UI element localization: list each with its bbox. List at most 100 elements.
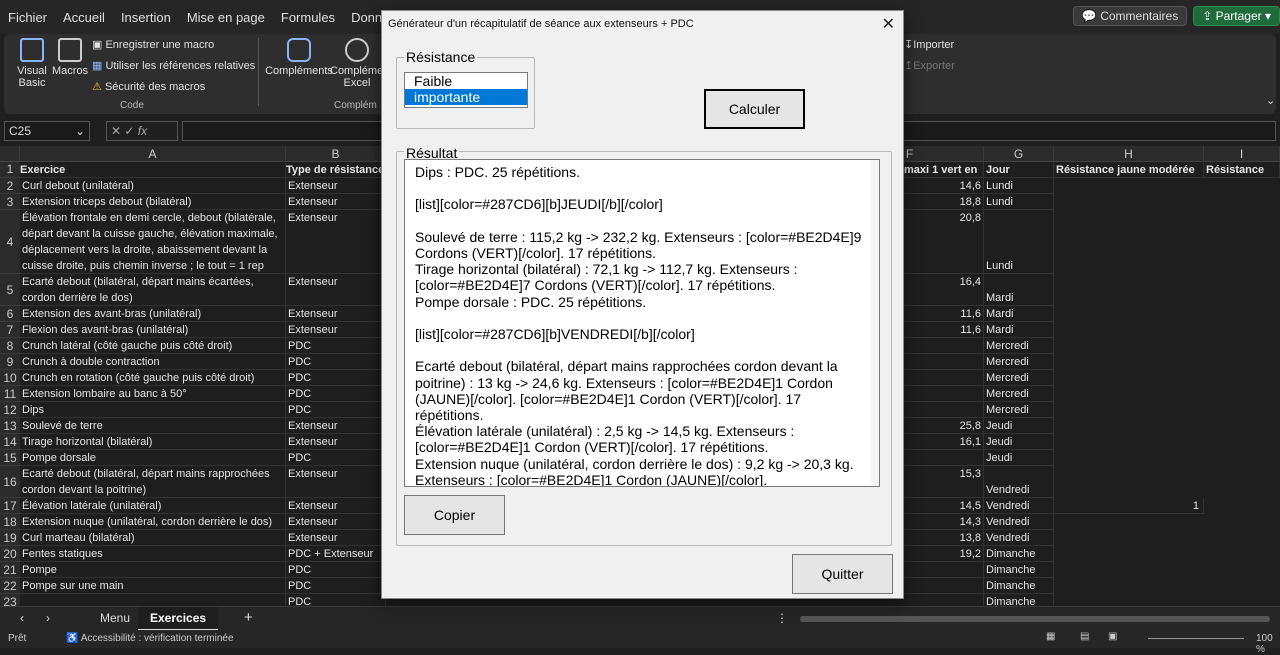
cell-maxi[interactable]: 11,6 [904, 322, 984, 338]
copy-button[interactable]: Copier [404, 495, 505, 535]
cell-type[interactable]: Extenseur [286, 178, 386, 194]
cell-type[interactable]: Extenseur [286, 306, 386, 322]
select-all-corner[interactable] [0, 146, 20, 162]
cell-maxi[interactable]: 20,8 [904, 210, 984, 274]
cell-jour[interactable]: Mardi [984, 322, 1054, 338]
column-header-a[interactable]: A [20, 146, 286, 162]
cell-jour[interactable]: Dimanche [984, 594, 1054, 606]
horizontal-scrollbar[interactable] [800, 616, 1270, 622]
cell-exercice[interactable]: Flexion des avant-bras (unilatéral) [20, 322, 286, 338]
cell-maxi[interactable]: 15,3 [904, 466, 984, 498]
cell-jour[interactable]: Vendredi [984, 530, 1054, 546]
cell-maxi[interactable]: 16,1 [904, 434, 984, 450]
row-header[interactable]: 14 [0, 434, 20, 450]
cell-maxi[interactable]: 25,8 [904, 418, 984, 434]
cell-maxi[interactable] [904, 562, 984, 578]
cell-exercice[interactable]: Dips [20, 402, 286, 418]
cell-maxi[interactable] [904, 354, 984, 370]
visual-basic-button[interactable]: Visual Basic [14, 38, 50, 89]
row-header[interactable]: 22 [0, 578, 20, 594]
header-type-resistance[interactable]: Type de résistance [286, 162, 386, 178]
cell-jour[interactable]: Mercredi [984, 354, 1054, 370]
cell-maxi[interactable]: 18,8 [904, 194, 984, 210]
export-button[interactable]: ↥Exporter [904, 59, 955, 72]
cell-maxi[interactable] [904, 402, 984, 418]
cell-exercice[interactable]: Curl debout (unilatéral) [20, 178, 286, 194]
record-macro-button[interactable]: ▣ Enregistrer une macro [92, 38, 214, 51]
name-box[interactable]: C25 ⌄ [4, 121, 90, 141]
cell-jour[interactable]: Vendredi [984, 498, 1054, 514]
relative-refs-button[interactable]: ▦ Utiliser les références relatives [92, 59, 255, 72]
fx-controls[interactable]: ✕ ✓ fx [106, 121, 178, 141]
cell-exercice[interactable]: Extension lombaire au banc à 50° [20, 386, 286, 402]
row-header[interactable]: 4 [0, 210, 20, 274]
row-header[interactable]: 12 [0, 402, 20, 418]
row-header-1[interactable]: 1 [0, 162, 20, 178]
cell-exercice[interactable]: Ecarté debout (bilatéral, départ mains é… [20, 274, 286, 306]
row-header[interactable]: 21 [0, 562, 20, 578]
header-resistance-verte[interactable]: Résistance ve [1204, 162, 1280, 178]
calculate-button[interactable]: Calculer [704, 89, 805, 129]
header-resistance-jaune[interactable]: Résistance jaune modérée [1054, 162, 1204, 178]
row-header[interactable]: 6 [0, 306, 20, 322]
cell-type[interactable]: PDC [286, 386, 386, 402]
page-break-icon[interactable]: ▣ [1108, 631, 1117, 642]
cell-exercice[interactable]: Extension des avant-bras (unilatéral) [20, 306, 286, 322]
menu-formules[interactable]: Formules [273, 10, 343, 25]
cell-jour[interactable]: Lundi [984, 194, 1054, 210]
cell-type[interactable]: Extenseur [286, 418, 386, 434]
option-importante[interactable]: importante [405, 89, 527, 105]
cell-maxi[interactable]: 11,6 [904, 306, 984, 322]
cell-type[interactable]: Extenseur [286, 194, 386, 210]
cell-jour[interactable]: Dimanche [984, 578, 1054, 594]
cell-exercice[interactable]: Pompe sur une main [20, 578, 286, 594]
cell-type[interactable]: PDC [286, 338, 386, 354]
cell-type[interactable]: Extenseur [286, 466, 386, 498]
header-exercice[interactable]: Exercice [20, 162, 286, 178]
cell-exercice[interactable]: Élévation latérale (unilatéral) [20, 498, 286, 514]
macros-button[interactable]: Macros [52, 38, 88, 77]
comments-button[interactable]: 💬 Commentaires [1072, 6, 1188, 26]
column-header-g[interactable]: G [984, 146, 1054, 162]
cell-exercice[interactable]: Soulevé de terre [20, 418, 286, 434]
cell-exercice[interactable]: Pompe [20, 562, 286, 578]
tab-scroll-left-icon[interactable]: ‹ [8, 607, 36, 631]
tabs-more-icon[interactable]: ⋮ [764, 607, 800, 631]
cell-resistance-jaune[interactable]: 1 [1054, 498, 1204, 514]
row-header[interactable]: 20 [0, 546, 20, 562]
row-header[interactable]: 16 [0, 466, 20, 498]
macro-security-button[interactable]: ⚠ Sécurité des macros [92, 80, 205, 93]
row-header[interactable]: 3 [0, 194, 20, 210]
result-textbox[interactable]: Dips : PDC. 25 répétitions. [list][color… [404, 159, 880, 487]
cell-jour[interactable]: Dimanche [984, 546, 1054, 562]
tab-exercices[interactable]: Exercices [138, 607, 219, 631]
row-header[interactable]: 9 [0, 354, 20, 370]
cell-type[interactable]: PDC [286, 402, 386, 418]
cell-jour[interactable]: Dimanche [984, 562, 1054, 578]
cell-exercice[interactable]: Crunch à double contraction [20, 354, 286, 370]
header-maxi-vert[interactable]: maxi 1 vert en kg [904, 162, 984, 178]
cell-jour[interactable]: Jeudi [984, 418, 1054, 434]
resistance-listbox[interactable]: Faible importante [404, 72, 528, 108]
cell-exercice[interactable]: Élévation frontale en demi cercle, debou… [20, 210, 286, 274]
cell-type[interactable]: Extenseur [286, 274, 386, 306]
page-layout-icon[interactable]: ▤ [1080, 631, 1089, 642]
cell-jour[interactable]: Mardi [984, 274, 1054, 306]
option-faible[interactable]: Faible [405, 73, 527, 89]
cell-jour[interactable]: Mercredi [984, 338, 1054, 354]
cell-maxi[interactable] [904, 578, 984, 594]
cell-maxi[interactable] [904, 450, 984, 466]
cell-jour[interactable]: Jeudi [984, 450, 1054, 466]
cell-type[interactable]: Extenseur [286, 322, 386, 338]
row-header[interactable]: 23 [0, 594, 20, 606]
cell-type[interactable]: Extenseur [286, 514, 386, 530]
row-header[interactable]: 8 [0, 338, 20, 354]
cell-jour[interactable]: Mercredi [984, 402, 1054, 418]
column-header-i[interactable]: I [1204, 146, 1280, 162]
cell-jour[interactable]: Vendredi [984, 514, 1054, 530]
cell-exercice[interactable]: Extension nuque (unilatéral, cordon derr… [20, 514, 286, 530]
row-header[interactable]: 11 [0, 386, 20, 402]
row-header[interactable]: 7 [0, 322, 20, 338]
row-header[interactable]: 18 [0, 514, 20, 530]
cell-exercice[interactable]: Pompe dorsale [20, 450, 286, 466]
